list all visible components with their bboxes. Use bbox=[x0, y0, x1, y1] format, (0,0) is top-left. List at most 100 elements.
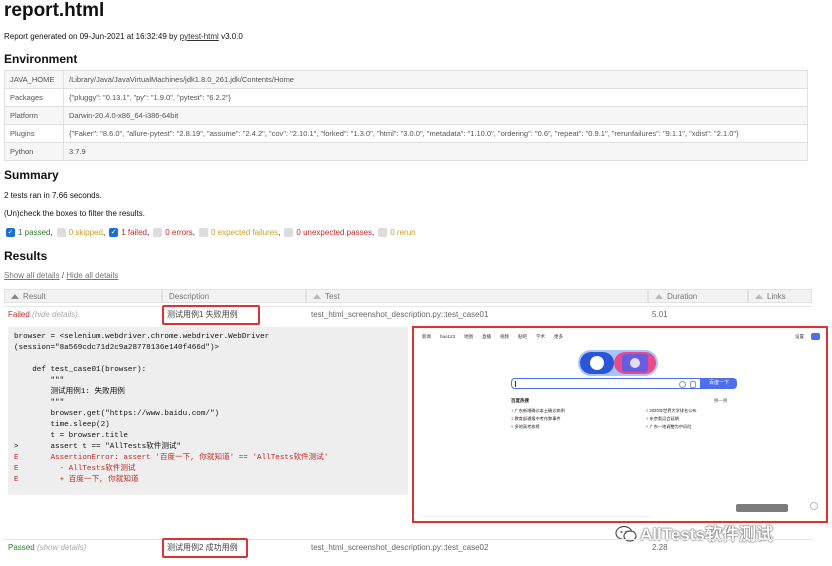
checkbox-unchecked-icon[interactable] bbox=[153, 228, 163, 238]
log-line: E - AllTests软件测试 bbox=[14, 465, 136, 473]
environment-value: Darwin-20.4.0-x86_64-i386-64bit bbox=[63, 106, 808, 125]
filter-item[interactable]: 0 expected failures, bbox=[199, 228, 281, 238]
row-divider bbox=[4, 306, 812, 307]
column-links-label: Links bbox=[767, 292, 786, 301]
filter-label: 1 failed bbox=[121, 228, 147, 237]
column-description[interactable]: Description bbox=[162, 289, 306, 303]
filter-item[interactable]: 0 errors, bbox=[153, 228, 196, 238]
log-line: 测试用例1: 失败用例 bbox=[14, 388, 125, 396]
generated-prefix: Report generated on 09-Jun-2021 at 16:32… bbox=[4, 32, 178, 41]
environment-key: Platform bbox=[4, 106, 64, 125]
baidu-nav-item[interactable]: 直播 bbox=[482, 334, 491, 340]
filter-label: 1 passed bbox=[18, 228, 51, 237]
filter-label: 0 skipped bbox=[68, 228, 103, 237]
show-details-toggle[interactable]: (show details) bbox=[37, 543, 86, 552]
sort-icon bbox=[755, 294, 763, 300]
sort-up-icon bbox=[11, 294, 19, 300]
checkbox-unchecked-icon[interactable] bbox=[284, 228, 294, 238]
failure-log: browser = <selenium.webdriver.chrome.web… bbox=[8, 327, 408, 495]
log-line: t = browser.title bbox=[14, 432, 128, 440]
details-links: Show all details / Hide all details bbox=[4, 271, 118, 280]
column-duration[interactable]: Duration bbox=[648, 289, 748, 303]
filter-label: 0 expected failures bbox=[211, 228, 279, 237]
column-duration-label: Duration bbox=[667, 292, 698, 301]
baidu-hot-item[interactable]: 6 广东一地调整为中风险 bbox=[646, 424, 691, 430]
sort-icon bbox=[313, 294, 321, 300]
failure-screenshot[interactable]: 新闻 hao123 地图 直播 视频 贴吧 学术 更多 设置 百度一下 百度热搜 换一换 1 … bbox=[412, 326, 828, 523]
checkbox-unchecked-icon[interactable] bbox=[199, 228, 209, 238]
filter-separator: , bbox=[50, 228, 53, 237]
baidu-nav: 新闻 hao123 地图 直播 视频 贴吧 学术 更多 bbox=[422, 334, 563, 340]
column-description-label: Description bbox=[169, 292, 210, 301]
column-result[interactable]: Result bbox=[4, 289, 162, 303]
column-result-label: Result bbox=[23, 292, 46, 301]
log-line: """ bbox=[14, 399, 65, 407]
environment-value: 3.7.9 bbox=[63, 142, 808, 161]
filter-item[interactable]: 0 rerun bbox=[378, 228, 416, 238]
log-line: """ bbox=[14, 377, 65, 385]
column-links[interactable]: Links bbox=[748, 289, 812, 303]
generated-line: Report generated on 09-Jun-2021 at 16:32… bbox=[4, 32, 243, 41]
baidu-nav-item[interactable]: 地图 bbox=[464, 334, 473, 340]
environment-row: Platform Darwin-20.4.0-x86_64-i386-64bit bbox=[4, 106, 808, 125]
filter-item[interactable]: 0 skipped, bbox=[56, 228, 106, 238]
filter-separator: , bbox=[278, 228, 281, 237]
baidu-refresh[interactable]: 换一换 bbox=[714, 398, 728, 404]
result-failed: Failed bbox=[8, 310, 30, 319]
log-line: def test_case01(browser): bbox=[14, 366, 147, 374]
baidu-nav-item[interactable]: 学术 bbox=[536, 334, 545, 340]
baidu-nav-item[interactable]: 新闻 bbox=[422, 334, 431, 340]
baidu-hot-item[interactable]: 5 多地高考放榜 bbox=[511, 424, 540, 430]
checkbox-checked-icon[interactable]: ✓ bbox=[109, 228, 119, 238]
baidu-nav-item[interactable]: 视频 bbox=[500, 334, 509, 340]
filter-separator: , bbox=[102, 228, 106, 237]
filter-item[interactable]: ✓ 1 failed, bbox=[109, 228, 150, 238]
baidu-hot-item[interactable]: 1 广东新增确诊本土确诊病例 bbox=[511, 408, 565, 414]
log-line: time.sleep(2) bbox=[14, 421, 110, 429]
environment-value: /Library/Java/JavaVirtualMachines/jdk1.8… bbox=[63, 70, 808, 89]
environment-table: JAVA_HOME/Library/Java/JavaVirtualMachin… bbox=[4, 70, 808, 161]
watermark: AllTests软件测试 bbox=[615, 520, 773, 545]
hide-details-toggle[interactable]: (hide details) bbox=[32, 310, 78, 319]
checkbox-checked-icon[interactable]: ✓ bbox=[6, 228, 15, 238]
hot-text: 东京奥运会延期 bbox=[649, 416, 679, 421]
baidu-search-button[interactable]: 百度一下 bbox=[701, 378, 737, 389]
log-line: (session="8a569cdc71d2c9a28778136e140f46… bbox=[14, 344, 220, 352]
filter-separator: , bbox=[372, 228, 375, 237]
hide-all-details-link[interactable]: Hide all details bbox=[66, 271, 118, 280]
filter-separator: , bbox=[192, 228, 196, 237]
camera-icon bbox=[679, 381, 686, 388]
baidu-nav-item[interactable]: 贴吧 bbox=[518, 334, 527, 340]
table-row[interactable]: Failed (hide details) bbox=[8, 308, 78, 322]
baidu-hot-item[interactable]: 4 东京奥运会延期 bbox=[646, 416, 679, 422]
checkbox-unchecked-icon[interactable] bbox=[56, 228, 66, 238]
row-description: 测试用例1 失败用例 bbox=[167, 310, 238, 319]
voice-icon bbox=[690, 381, 696, 388]
results-heading: Results bbox=[4, 249, 48, 263]
environment-key: Plugins bbox=[4, 124, 64, 143]
baidu-hot-item[interactable]: 2 2020年世界大学排名公布 bbox=[646, 408, 697, 414]
baidu-nav-item[interactable]: 更多 bbox=[554, 334, 563, 340]
column-test[interactable]: Test bbox=[306, 289, 648, 303]
text-cursor bbox=[515, 381, 516, 387]
filter-item[interactable]: ✓ 1 passed, bbox=[6, 228, 53, 238]
show-all-details-link[interactable]: Show all details bbox=[4, 271, 60, 280]
log-line: > assert t == "AllTests软件测试" bbox=[14, 443, 182, 451]
baidu-hot-item[interactable]: 3 教育部通报中考作弊事件 bbox=[511, 416, 561, 422]
baidu-nav-item[interactable]: hao123 bbox=[440, 334, 455, 340]
environment-row: Packages {"pluggy": "0.13.1", "py": "1.9.… bbox=[4, 88, 808, 107]
baidu-search-input[interactable] bbox=[511, 378, 701, 389]
environment-row: Plugins {"Faker": "8.6.0", "allure-pytest… bbox=[4, 124, 808, 143]
row-duration: 2.28 bbox=[652, 543, 668, 552]
table-row[interactable]: Passed (show details) bbox=[8, 541, 86, 555]
filter-item[interactable]: 0 unexpected passes, bbox=[284, 228, 375, 238]
environment-key: JAVA_HOME bbox=[4, 70, 64, 89]
filter-separator: , bbox=[146, 228, 150, 237]
summary-ran: 2 tests ran in 7.66 seconds. bbox=[4, 191, 102, 200]
log-line: E AssertionError: assert '百度一下, 你就知道' ==… bbox=[14, 454, 329, 462]
checkbox-unchecked-icon[interactable] bbox=[378, 228, 388, 238]
pytest-html-link[interactable]: pytest-html bbox=[180, 32, 219, 41]
row-description: 测试用例2 成功用例 bbox=[167, 543, 238, 552]
row-test-name: test_html_screenshot_description.py::tes… bbox=[311, 310, 489, 319]
